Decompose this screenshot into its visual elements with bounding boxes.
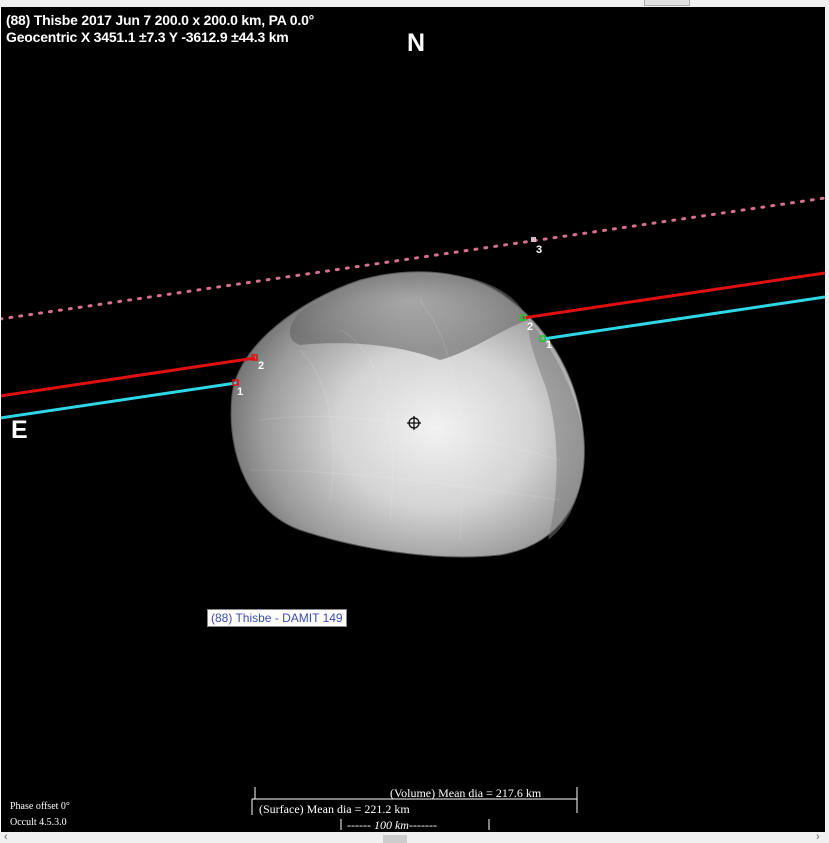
chevron-right-icon[interactable]: › (816, 831, 820, 843)
east-label: E (11, 416, 28, 444)
chord-1-east-segment (542, 295, 825, 341)
chord-1-west-segment (1, 381, 237, 420)
scale-dash-left: ------ (347, 818, 374, 832)
top-toolbar-strip (0, 0, 829, 7)
chord-label-east-upper: 2 (527, 321, 534, 333)
chord-label-west-upper: 2 (258, 360, 265, 372)
chord-label-west-lower: 1 (237, 386, 244, 398)
volume-diameter: (Volume) Mean dia = 217.6 km (390, 786, 542, 800)
header-geocentric: Geocentric X 3451.1 ±7.3 Y -3612.9 ±44.3… (6, 29, 289, 45)
phase-offset: Phase offset 0° (10, 801, 70, 812)
scale-dash-right: ------- (408, 818, 437, 832)
scale-bar: ------ 100 km------- (347, 818, 437, 832)
chord-3-marker (531, 237, 536, 242)
scale-label: 100 km (373, 818, 409, 832)
horizontal-scroll-thumb[interactable] (383, 835, 407, 843)
toolbar-button[interactable] (644, 0, 690, 6)
north-label: N (407, 29, 426, 57)
version-label: Occult 4.5.3.0 (10, 817, 67, 828)
chord-label-east-lower: 1 (546, 339, 553, 351)
chord-label-miss: 3 (536, 244, 543, 256)
chord-2-west-segment (1, 356, 256, 398)
header-title: (88) Thisbe 2017 Jun 7 200.0 x 200.0 km,… (6, 12, 315, 28)
horizontal-scrollbar[interactable] (0, 832, 829, 843)
surface-diameter: (Surface) Mean dia = 221.2 km (259, 802, 410, 816)
occultation-plot[interactable]: (88) Thisbe 2017 Jun 7 200.0 x 200.0 km,… (1, 7, 825, 832)
chord-2-east-segment (522, 271, 825, 320)
shape-model-label: (88) Thisbe - DAMIT 149 (207, 609, 347, 627)
vertical-scrollbar-track[interactable] (825, 7, 829, 832)
chevron-left-icon[interactable]: ‹ (4, 831, 8, 843)
plot-canvas (1, 196, 825, 830)
